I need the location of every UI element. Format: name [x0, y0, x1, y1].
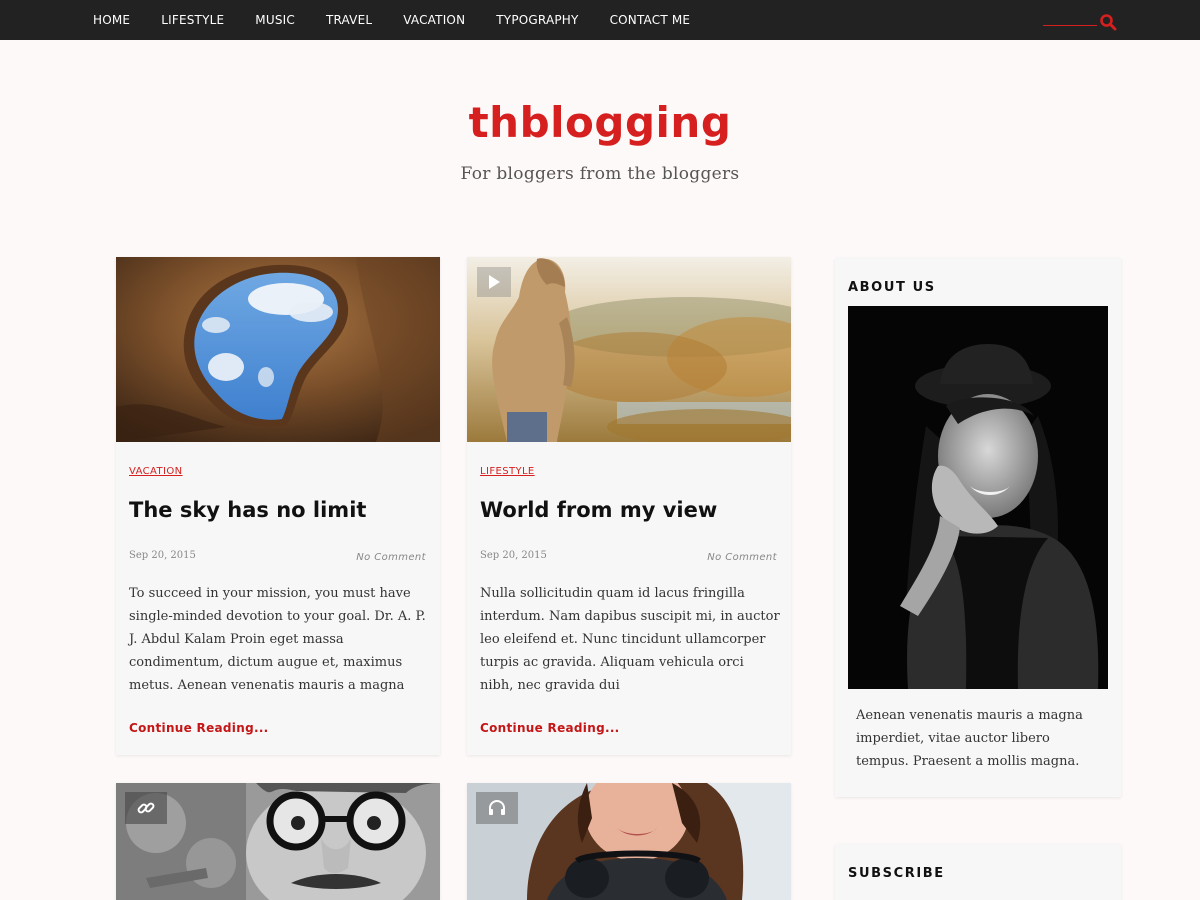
post-excerpt: Nulla sollicitudin quam id lacus fringil…	[480, 586, 780, 693]
search-box[interactable]	[1043, 12, 1118, 32]
continue-reading-link[interactable]: Continue Reading...	[129, 721, 269, 735]
search-input-underline[interactable]	[1043, 25, 1097, 26]
about-us-portrait	[848, 306, 1108, 689]
post-format-badge	[477, 267, 511, 297]
search-icon[interactable]	[1099, 13, 1119, 31]
post-format-badge	[476, 792, 518, 824]
continue-reading-link[interactable]: Continue Reading...	[480, 721, 620, 735]
post-excerpt: To succeed in your mission, you must hav…	[129, 586, 426, 693]
top-navigation-bar: HOME LIFESTYLE MUSIC TRAVEL VACATION TYP…	[0, 0, 1200, 40]
play-icon	[489, 275, 500, 289]
post-thumbnail-hooded-man[interactable]	[467, 257, 791, 442]
site-tagline: For bloggers from the bloggers	[460, 164, 740, 184]
post-format-badge	[125, 792, 167, 824]
headphones-icon	[489, 800, 505, 815]
post-date: Sep 20, 2015	[480, 550, 547, 561]
subscribe-widget: SUBSCRIBE	[835, 844, 1121, 900]
post-card	[116, 783, 440, 900]
nav-item-travel[interactable]: TRAVEL	[326, 13, 372, 27]
post-category-link[interactable]: VACATION	[129, 466, 183, 477]
post-category-link[interactable]: LIFESTYLE	[480, 466, 535, 477]
main-menu: HOME LIFESTYLE MUSIC TRAVEL VACATION TYP…	[93, 0, 721, 40]
post-thumbnail-woman-headphones[interactable]	[467, 783, 791, 900]
post-card: VACATION The sky has no limit To succeed…	[116, 257, 440, 755]
nav-item-home[interactable]: HOME	[93, 13, 130, 27]
nav-item-contact-me[interactable]: CONTACT ME	[610, 13, 691, 27]
about-us-text: Aenean venenatis mauris a magna imperdie…	[856, 708, 1083, 769]
post-date: Sep 20, 2015	[129, 550, 196, 561]
about-us-widget: ABOUT US Aenean venenatis mauris a magna…	[835, 258, 1121, 797]
nav-item-typography[interactable]: TYPOGRAPHY	[496, 13, 578, 27]
post-comments-link[interactable]: No Comment	[707, 552, 777, 563]
nav-item-music[interactable]: MUSIC	[255, 13, 295, 27]
post-thumbnail-cave-sky[interactable]	[116, 257, 440, 442]
post-thumbnail-man-with-glasses[interactable]	[116, 783, 440, 900]
site-title[interactable]: thblogging	[0, 98, 1200, 147]
post-card	[467, 783, 791, 900]
nav-item-vacation[interactable]: VACATION	[403, 13, 465, 27]
post-title[interactable]: World from my view	[480, 498, 717, 522]
post-comments-link[interactable]: No Comment	[356, 552, 426, 563]
post-card: LIFESTYLE World from my view Nulla solli…	[467, 257, 791, 755]
link-icon	[137, 802, 155, 814]
widget-title: SUBSCRIBE	[848, 866, 945, 881]
post-title[interactable]: The sky has no limit	[129, 498, 366, 522]
nav-item-lifestyle[interactable]: LIFESTYLE	[161, 13, 224, 27]
widget-title: ABOUT US	[848, 280, 936, 295]
